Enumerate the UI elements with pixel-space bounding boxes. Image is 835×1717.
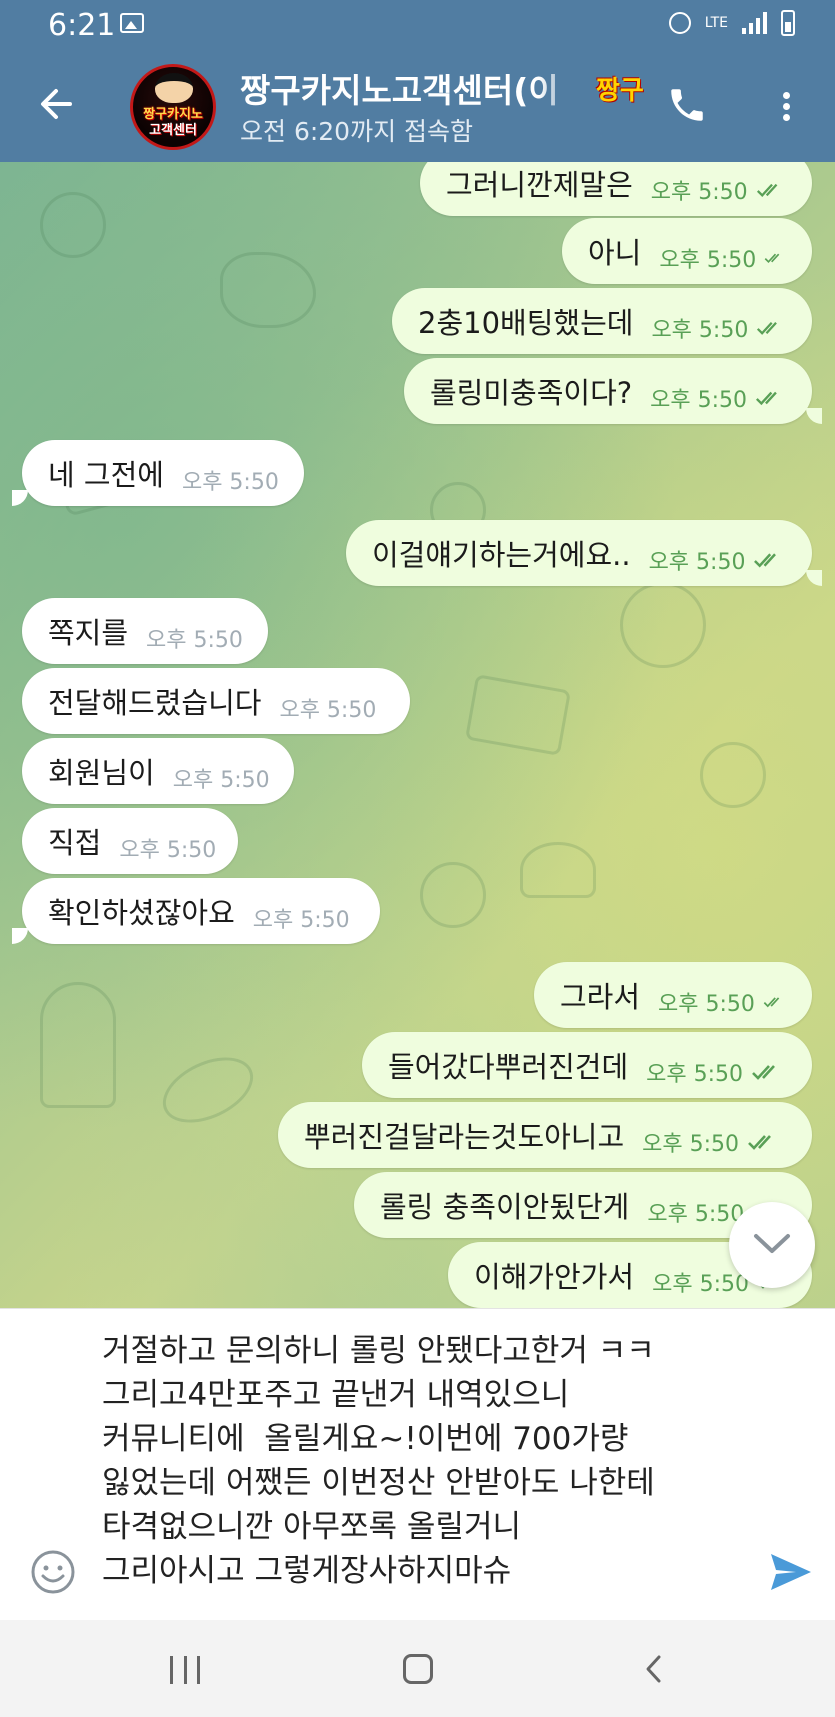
- message-text: 롤링 충족이안됬단게: [380, 1190, 630, 1224]
- wallpaper-doodle: [40, 982, 116, 1108]
- message-time: 오후 5:50: [119, 838, 217, 863]
- smiley-icon[interactable]: [30, 1549, 76, 1595]
- alarm-icon: [668, 12, 691, 34]
- phone-icon[interactable]: [666, 84, 708, 126]
- message-text: 네 그전에: [48, 458, 164, 492]
- nav-back-icon[interactable]: [640, 1654, 670, 1684]
- read-checkmarks-icon: [764, 253, 780, 264]
- message-time: 오후 5:50: [279, 698, 377, 723]
- message-bubble-outgoing[interactable]: 2충10배팅했는데 오후 5:50: [392, 288, 812, 354]
- message-text: 아니: [588, 236, 642, 270]
- read-checkmarks-icon: [752, 1065, 775, 1080]
- top-bar: 6:21 LTE 짱구카지노 고객센터 짱구카지노고객센터(이 짱구 오전 6:…: [0, 0, 835, 162]
- message-bubble-incoming[interactable]: 직접 오후 5:50: [22, 808, 238, 874]
- signal-icon: [742, 12, 767, 34]
- avatar[interactable]: 짱구카지노 고객센터: [130, 64, 216, 150]
- message-time: 오후 5:50: [652, 1272, 749, 1297]
- wallpaper-doodle: [152, 1044, 264, 1136]
- message-text: 직접: [48, 826, 102, 860]
- bubble-tail: [12, 490, 28, 506]
- status-icons: LTE: [668, 10, 795, 36]
- scroll-to-bottom-button[interactable]: [729, 1202, 815, 1288]
- message-input[interactable]: 거절하고 문의하니 롤링 안됐다고한거 ㅋㅋ 그리고4만포주고 끝낸거 내역있으…: [102, 1329, 742, 1593]
- wallpaper-doodle: [520, 842, 596, 898]
- chevron-down-icon: [754, 1234, 790, 1253]
- read-checkmarks-icon: [763, 997, 780, 1008]
- read-checkmarks-icon: [756, 391, 777, 406]
- message-text: 그라서: [560, 980, 641, 1014]
- message-time: 오후 5:50: [172, 768, 270, 793]
- message-bubble-outgoing[interactable]: 뿌러진걸달라는것도아니고 오후 5:50: [278, 1102, 812, 1168]
- message-text: 확인하셨잖아요: [48, 896, 235, 930]
- avatar-logo-text-2: 고객센터: [149, 123, 197, 138]
- message-time: 오후 5:50: [146, 628, 243, 653]
- chat-area[interactable]: 그러니깐제말은 오후 5:50 아니 오후 5:50 2충10배팅했는데 오후 …: [0, 162, 835, 1308]
- avatar-character: [155, 73, 193, 103]
- message-text: 회원님이: [48, 756, 155, 790]
- home-icon[interactable]: [403, 1654, 433, 1684]
- message-time: 오후 5:50: [651, 318, 749, 343]
- message-bubble-outgoing[interactable]: 들어갔다뿌러진건데 오후 5:50: [362, 1032, 812, 1098]
- read-checkmarks-icon: [754, 553, 777, 568]
- message-time: 오후 5:50: [659, 248, 757, 273]
- read-checkmarks-icon: [757, 321, 778, 335]
- recent-apps-icon[interactable]: [170, 1656, 200, 1684]
- system-navigation-bar: [0, 1620, 835, 1717]
- wallpaper-doodle: [420, 862, 486, 928]
- message-bubble-incoming[interactable]: 쪽지를 오후 5:50: [22, 598, 268, 664]
- message-text: 전달해드렸습니다: [48, 686, 262, 720]
- message-text: 그러니깐제말은: [446, 168, 633, 202]
- read-checkmarks-icon: [756, 183, 778, 198]
- message-time: 오후 5:50: [650, 180, 748, 205]
- wallpaper-doodle: [464, 674, 572, 756]
- message-text: 롤링미충족이다?: [430, 376, 633, 410]
- message-bubble-incoming[interactable]: 회원님이 오후 5:50: [22, 738, 294, 804]
- battery-icon: [781, 10, 795, 36]
- wallpaper-doodle: [620, 582, 706, 668]
- message-bubble-incoming[interactable]: 전달해드렸습니다 오후 5:50: [22, 668, 410, 734]
- last-seen-status: 오전 6:20까지 접속함: [240, 117, 474, 146]
- bubble-tail: [806, 408, 822, 424]
- message-bubble-outgoing[interactable]: 그라서 오후 5:50: [534, 962, 812, 1028]
- arrow-left-icon[interactable]: [36, 84, 76, 124]
- read-checkmarks-icon: [748, 1135, 772, 1150]
- message-text: 쪽지를: [48, 616, 129, 650]
- bubble-tail: [806, 570, 822, 586]
- message-time: 오후 5:50: [181, 470, 279, 495]
- message-time: 오후 5:50: [650, 388, 748, 413]
- network-type: LTE: [704, 15, 728, 31]
- send-icon[interactable]: [768, 1549, 814, 1595]
- wallpaper-doodle: [40, 192, 106, 258]
- message-bubble-outgoing[interactable]: 이걸얘기하는거에요.. 오후 5:50: [346, 520, 812, 586]
- chat-title[interactable]: 짱구카지노고객센터(이: [240, 64, 580, 112]
- message-time: 오후 5:50: [648, 550, 746, 575]
- message-time: 오후 5:50: [646, 1062, 744, 1087]
- message-text: 이해가안가서: [474, 1260, 635, 1294]
- more-vertical-icon[interactable]: [776, 88, 796, 128]
- message-time: 오후 5:50: [658, 992, 755, 1017]
- message-text: 이걸얘기하는거에요..: [372, 538, 631, 572]
- message-time: 오후 5:50: [647, 1202, 745, 1227]
- message-time: 오후 5:50: [642, 1132, 740, 1157]
- message-bubble-outgoing[interactable]: 아니 오후 5:50: [562, 218, 812, 284]
- message-text: 들어갔다뿌러진건데: [388, 1050, 629, 1084]
- message-composer: 거절하고 문의하니 롤링 안됐다고한거 ㅋㅋ 그리고4만포주고 끝낸거 내역있으…: [0, 1308, 835, 1621]
- bubble-tail: [12, 928, 28, 944]
- status-time: 6:21: [48, 8, 116, 43]
- message-text: 뿌러진걸달라는것도아니고: [304, 1120, 625, 1154]
- message-bubble-incoming[interactable]: 네 그전에 오후 5:50: [22, 440, 304, 506]
- message-time: 오후 5:50: [252, 908, 350, 933]
- message-bubble-incoming[interactable]: 확인하셨잖아요 오후 5:50: [22, 878, 380, 944]
- wallpaper-doodle: [700, 742, 766, 808]
- title-badge: 짱구: [596, 76, 644, 106]
- message-text: 2충10배팅했는데: [418, 306, 634, 340]
- message-bubble-outgoing[interactable]: 롤링미충족이다? 오후 5:50: [404, 358, 812, 424]
- message-bubble-outgoing[interactable]: 그러니깐제말은 오후 5:50: [420, 162, 812, 216]
- wallpaper-doodle: [220, 252, 316, 328]
- gallery-notification-icon: [120, 13, 144, 33]
